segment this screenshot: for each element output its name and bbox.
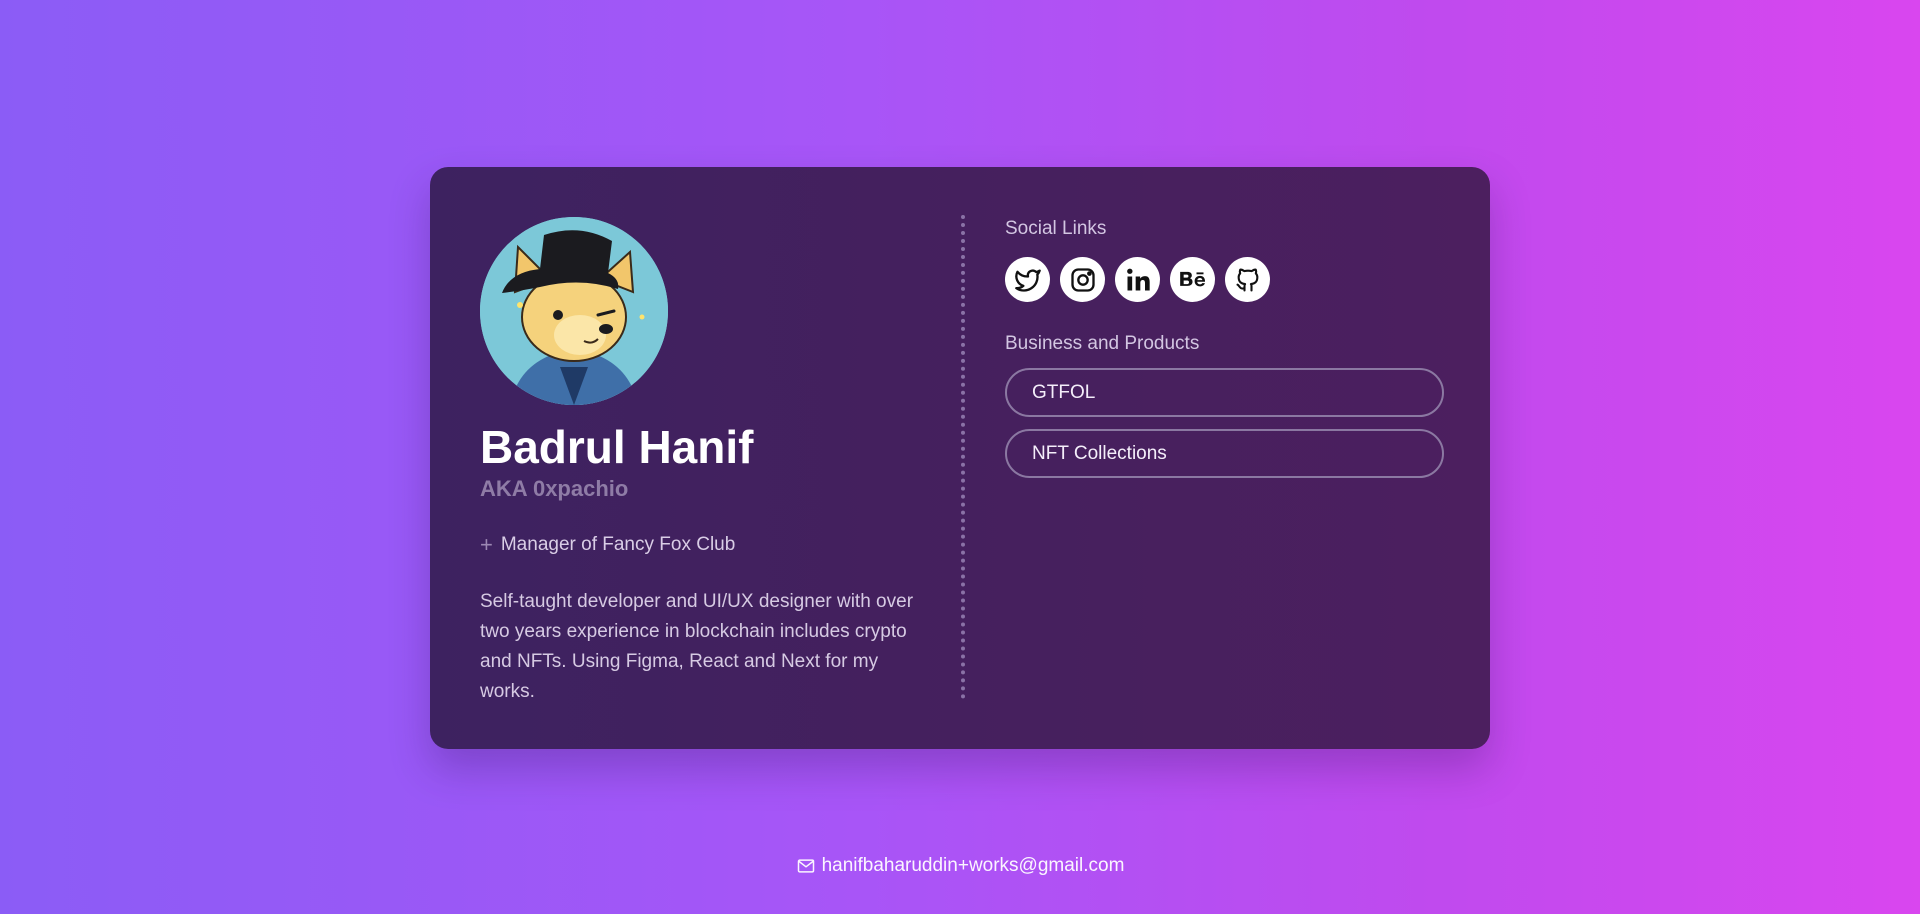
instagram-link[interactable] <box>1060 257 1105 302</box>
social-links-title: Social Links <box>1005 218 1107 239</box>
twitter-icon <box>1014 269 1041 292</box>
plus-icon: + <box>480 532 493 557</box>
instagram-icon <box>1070 267 1095 292</box>
footer-email: hanifbaharuddin+works@gmail.com <box>821 855 1125 876</box>
social-links <box>1005 257 1445 302</box>
profile-name: Badrul Hanif <box>480 421 754 473</box>
github-icon <box>1235 268 1258 292</box>
profile-card: Badrul Hanif AKA 0xpachio + Manager of F… <box>430 167 1490 749</box>
business-title: Business and Products <box>1005 333 1200 354</box>
profile-aka: AKA 0xpachio <box>480 476 629 501</box>
links-section: Social Links Business and Products GTFOL… <box>1005 217 1445 478</box>
profile-role: + Manager of Fancy Fox Club <box>480 533 930 557</box>
linkedin-icon <box>1126 268 1150 290</box>
linkedin-link[interactable] <box>1115 257 1160 302</box>
behance-icon <box>1179 271 1205 286</box>
avatar <box>480 217 668 405</box>
github-link[interactable] <box>1225 257 1270 302</box>
profile-section: Badrul Hanif AKA 0xpachio + Manager of F… <box>480 217 930 707</box>
profile-bio: Self-taught developer and UI/UX designer… <box>480 591 914 702</box>
business-item-gtfol[interactable]: GTFOL <box>1005 368 1444 417</box>
twitter-link[interactable] <box>1005 257 1050 302</box>
profile-role-label: Manager of Fancy Fox Club <box>500 534 736 555</box>
footer-email-link[interactable]: hanifbaharuddin+works@gmail.com <box>0 855 1920 877</box>
behance-link[interactable] <box>1170 257 1215 302</box>
business-item-nft-collections[interactable]: NFT Collections <box>1005 429 1444 478</box>
mail-icon <box>797 859 814 873</box>
divider <box>961 215 965 699</box>
